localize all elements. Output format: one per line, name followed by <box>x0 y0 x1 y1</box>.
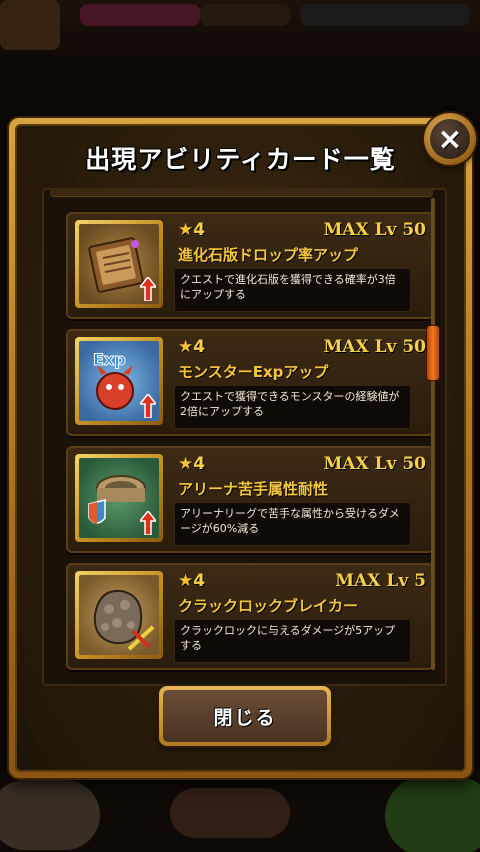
card-max-level: MAX Lv 50 <box>323 220 426 240</box>
arena-shield-icon <box>79 458 159 538</box>
previous-card-edge <box>50 188 433 197</box>
card-rarity: ★4 <box>178 571 205 591</box>
card-thumbnail <box>75 571 163 659</box>
card-description: アリーナリーグで苦手な属性から受けるダメージが60%減る <box>174 502 411 546</box>
upgrade-arrow-icon <box>140 277 156 301</box>
ability-card-list-modal: 出現アビリティカード一覧 ★4 MAX Lv 50 進化石版ドロップ率アップ ク… <box>9 118 472 778</box>
card-name: 進化石版ドロップ率アップ <box>178 246 359 264</box>
ability-card-list[interactable]: ★4 MAX Lv 50 進化石版ドロップ率アップ クエストで進化石版を獲得でき… <box>42 188 447 686</box>
card-rarity: ★4 <box>178 454 205 474</box>
crack-rock-icon <box>79 575 159 655</box>
scrollbar-thumb[interactable] <box>427 326 439 380</box>
close-icon: × <box>430 119 470 159</box>
upgrade-arrow-icon <box>140 511 156 535</box>
scrollbar-track[interactable] <box>431 198 435 670</box>
card-description: クラックロックに与えるダメージが5アップする <box>174 619 411 663</box>
card-name: アリーナ苦手属性耐性 <box>178 480 329 498</box>
background-header <box>0 0 480 60</box>
rarity-value: 4 <box>193 571 206 591</box>
star-icon: ★ <box>178 454 194 474</box>
card-max-level: MAX Lv 50 <box>323 454 426 474</box>
card-max-level: MAX Lv 5 <box>335 571 426 591</box>
upgrade-arrow-icon <box>140 394 156 418</box>
rarity-value: 4 <box>193 220 206 240</box>
tablet-icon <box>79 224 159 304</box>
list-item[interactable]: ★4 MAX Lv 5 クラックロックブレイカー クラックロックに与えるダメージ… <box>66 563 434 670</box>
card-thumbnail <box>75 220 163 308</box>
monster-exp-icon: Exp <box>79 341 159 421</box>
star-icon: ★ <box>178 337 194 357</box>
card-max-level: MAX Lv 50 <box>323 337 426 357</box>
background-footer <box>0 770 480 852</box>
list-item[interactable]: Exp ★4 MAX Lv 50 モンスターExpアップ クエストで獲得できるモ… <box>66 329 434 436</box>
close-button-label: 閉じる <box>163 690 327 742</box>
star-icon: ★ <box>178 220 194 240</box>
close-button[interactable]: 閉じる <box>159 686 331 746</box>
list-item[interactable]: ★4 MAX Lv 50 アリーナ苦手属性耐性 アリーナリーグで苦手な属性から受… <box>66 446 434 553</box>
card-thumbnail: Exp <box>75 337 163 425</box>
rarity-value: 4 <box>193 454 206 474</box>
card-thumbnail <box>75 454 163 542</box>
rarity-value: 4 <box>193 337 206 357</box>
card-description: クエストで進化石版を獲得できる確率が3倍にアップする <box>174 268 411 312</box>
star-icon: ★ <box>178 571 194 591</box>
card-name: モンスターExpアップ <box>178 363 329 381</box>
card-rarity: ★4 <box>178 220 205 240</box>
card-name: クラックロックブレイカー <box>178 597 359 615</box>
card-rarity: ★4 <box>178 337 205 357</box>
modal-body: 出現アビリティカード一覧 ★4 MAX Lv 50 進化石版ドロップ率アップ ク… <box>15 124 466 772</box>
close-x-button[interactable]: × <box>424 113 476 165</box>
modal-title: 出現アビリティカード一覧 <box>85 145 396 174</box>
list-item[interactable]: ★4 MAX Lv 50 進化石版ドロップ率アップ クエストで進化石版を獲得でき… <box>66 212 434 319</box>
card-description: クエストで獲得できるモンスターの経験値が2倍にアップする <box>174 385 411 429</box>
